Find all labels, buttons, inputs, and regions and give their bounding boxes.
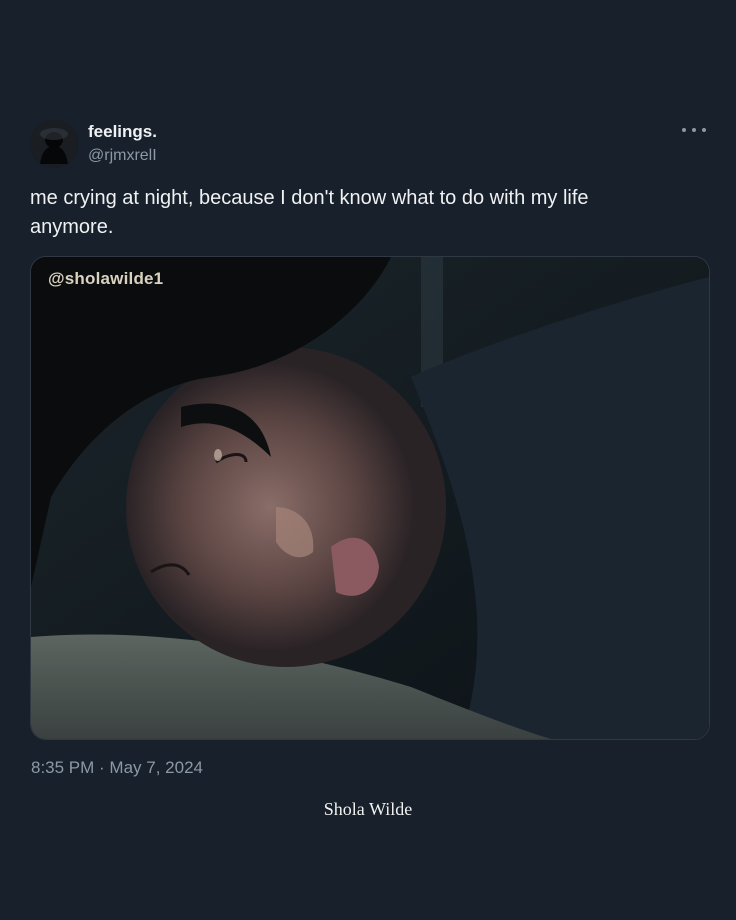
avatar[interactable]	[30, 120, 78, 168]
user-handle[interactable]: @rjmxrelI	[88, 146, 157, 166]
tweet-media-photo[interactable]: @sholawilde1	[30, 256, 710, 740]
footer-credit: Shola Wilde	[323, 799, 413, 819]
tweet-header: feelings. @rjmxrelI	[30, 118, 708, 170]
tweet-text: me crying at night, because I don't know…	[30, 187, 589, 238]
media-watermark: @sholawilde1	[48, 269, 164, 288]
avatar-image	[30, 120, 78, 168]
tweet-timestamp[interactable]: 8:35 PM · May 7, 2024	[31, 758, 203, 778]
photo-illustration	[31, 257, 709, 739]
display-name[interactable]: feelings.	[88, 122, 157, 142]
tweet-card: feelings. @rjmxrelI me crying at night, …	[30, 118, 710, 740]
more-options-icon[interactable]	[682, 120, 706, 140]
